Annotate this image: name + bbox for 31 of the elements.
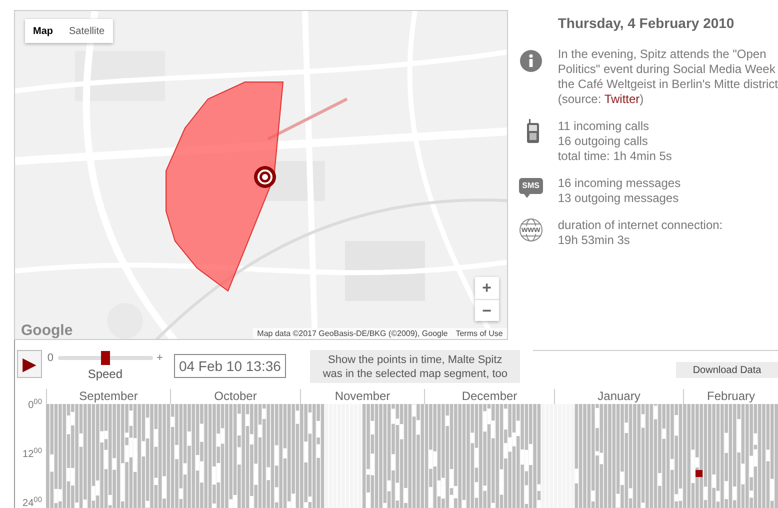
source-link[interactable]: Twitter bbox=[604, 92, 640, 106]
zoom-out-button[interactable]: − bbox=[474, 299, 499, 321]
map-type-tab[interactable]: Satellite bbox=[61, 19, 113, 43]
statistics-text: 11 incoming calls 16 outgoing calls total time: 1h 4min 5s bbox=[558, 119, 672, 164]
event-description: In the evening, Spitz attends the "Open Politics" event during Social Media Week the Café Weltgeist in Berlin's Mitte district (source: Twitter) bbox=[558, 47, 778, 107]
slider-thumb[interactable] bbox=[100, 351, 110, 366]
speed-label: Speed bbox=[88, 366, 123, 380]
globe-icon: www bbox=[518, 218, 544, 242]
date-heading: Thursday, 4 February 2010 bbox=[558, 14, 736, 33]
location-marker-icon bbox=[254, 166, 276, 188]
info-icon bbox=[520, 50, 542, 72]
terms-of-use-link[interactable]: Terms of Use bbox=[456, 328, 503, 339]
speed-slider[interactable] bbox=[58, 351, 153, 366]
download-data-button[interactable]: Download Data bbox=[676, 362, 778, 378]
statistics-text: duration of internet connection: 19h 53min 3s bbox=[558, 218, 723, 248]
play-button[interactable]: ▶ bbox=[17, 350, 42, 378]
hour-label: 12$^{00}$ bbox=[22, 450, 42, 460]
mobile-phone-icon bbox=[527, 119, 540, 143]
statistics-text: 16 incoming messages 13 outgoing messages bbox=[558, 176, 681, 206]
time-field: 04 Feb 10 13:36 bbox=[174, 354, 286, 378]
selected-map-segment[interactable] bbox=[166, 82, 284, 292]
speed-max-label: + bbox=[156, 351, 163, 366]
hour-label: 24$^{00}$ bbox=[22, 499, 42, 508]
map-attribution: Map data ©2017 GeoBasis-DE/BKG (©2009), Google bbox=[257, 328, 448, 339]
zoom-in-button[interactable]: + bbox=[474, 277, 499, 299]
map-segment-hint: Show the points in time, Malte Spitz was in the selected map segment, too bbox=[310, 350, 520, 383]
map-logo: Google bbox=[21, 323, 73, 338]
speed-min-label: 0 bbox=[47, 351, 54, 366]
map-type-tab[interactable]: Map bbox=[25, 19, 61, 43]
map[interactable]: Map Satellite + − Google Map data ©2017 GeoBasis-DE/BKG (©2009), Google Terms of Use bbox=[14, 10, 508, 340]
hour-label: 0$^{00}$ bbox=[27, 401, 42, 411]
